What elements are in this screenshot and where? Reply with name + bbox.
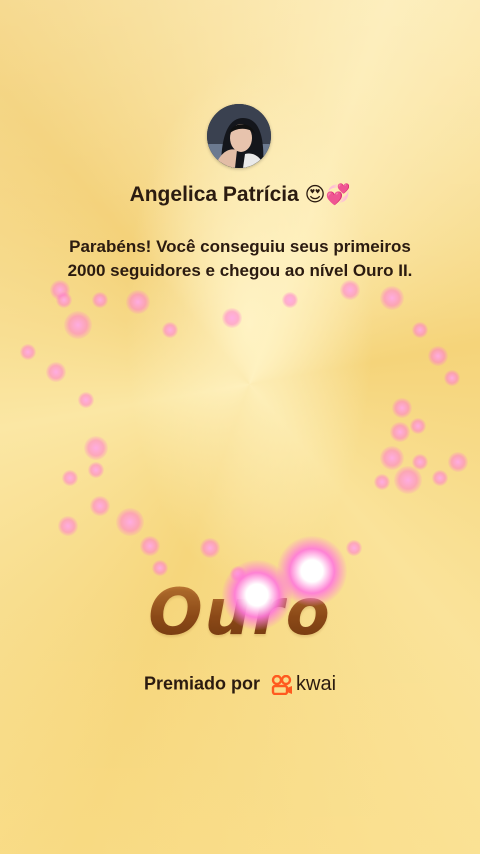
sparkle-dot-icon	[140, 536, 160, 556]
sparkle-dot-icon	[432, 470, 448, 486]
sparkle-dot-icon	[380, 286, 404, 310]
sparkle-dot-icon	[412, 322, 428, 338]
profile-photo-icon	[207, 104, 271, 168]
sparkle-glow-icon	[277, 536, 347, 606]
emoji-heart-eyes-icon: 😍💞	[304, 182, 351, 206]
kwai-brand[interactable]: kwai	[271, 673, 336, 696]
sparkle-dot-icon	[116, 508, 144, 536]
avatar[interactable]	[207, 104, 271, 168]
sparkle-dot-icon	[380, 446, 404, 470]
sparkle-dot-icon	[62, 470, 78, 486]
sparkle-dot-icon	[390, 422, 410, 442]
sparkle-dot-icon	[152, 560, 168, 576]
sparkle-dot-icon	[92, 292, 108, 308]
sparkle-dot-icon	[346, 540, 362, 556]
sparkle-dot-icon	[88, 462, 104, 478]
kwai-logo-icon	[271, 674, 293, 695]
sparkle-dot-icon	[428, 346, 448, 366]
sparkle-dot-icon	[410, 418, 426, 434]
sparkle-dot-icon	[222, 308, 242, 328]
sparkle-dot-icon	[392, 398, 412, 418]
sparkle-dot-icon	[374, 474, 390, 490]
sparkle-dot-icon	[58, 516, 78, 536]
award-label: Premiado por	[143, 673, 260, 694]
sparkle-dot-icon	[64, 311, 92, 339]
user-name-text: Angelica Patrícia	[129, 183, 299, 206]
sparkle-dot-icon	[46, 362, 66, 382]
sparkle-dot-icon	[448, 452, 468, 472]
award-line: Premiado por kwai	[0, 673, 480, 696]
sparkle-dot-icon	[200, 538, 220, 558]
sparkle-dot-icon	[90, 496, 110, 516]
user-name: Angelica Patrícia 😍💞	[0, 182, 480, 207]
sparkle-dot-icon	[84, 436, 108, 460]
sparkle-dot-icon	[126, 290, 150, 314]
sparkle-dot-icon	[394, 466, 422, 494]
sparkle-dot-icon	[162, 322, 178, 338]
sparkle-dot-icon	[78, 392, 94, 408]
sparkle-dot-icon	[20, 344, 36, 360]
sparkle-dot-icon	[282, 292, 298, 308]
sparkle-dot-icon	[340, 280, 360, 300]
kwai-brand-name: kwai	[296, 673, 337, 695]
sparkle-dot-icon	[56, 292, 72, 308]
congratulation-message: Parabéns! Você conseguiu seus primeiros …	[67, 237, 413, 280]
sparkle-dot-icon	[444, 370, 460, 386]
